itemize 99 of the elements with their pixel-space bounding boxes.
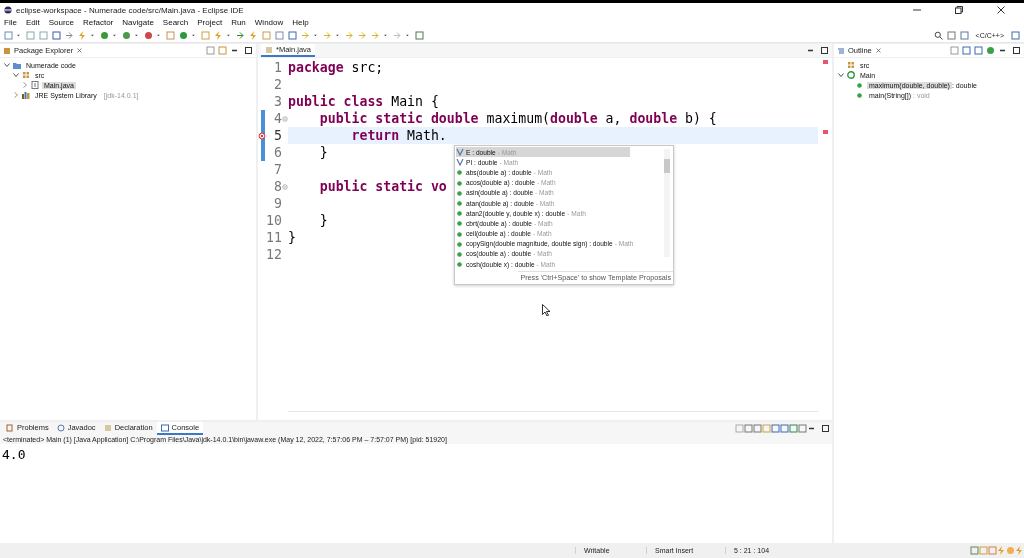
code-line: public class Main { <box>288 94 439 109</box>
square-icon[interactable] <box>415 30 424 40</box>
square-icon[interactable] <box>166 30 175 40</box>
eclipse-logo-icon <box>4 6 12 14</box>
window-title: eclipse-workspace - Numerade code/src/Main.java - Eclipse IDE <box>16 5 245 15</box>
fold-icon[interactable] <box>282 182 288 191</box>
line-number: 8 <box>274 179 282 194</box>
mouse-pointer-icon <box>542 304 550 316</box>
menu-item[interactable]: Edit <box>25 18 40 27</box>
line-number: 10 <box>266 213 282 228</box>
menu-item[interactable]: File <box>4 18 17 27</box>
line-number: 6 <box>274 145 282 160</box>
menu-item[interactable]: Run <box>231 18 246 27</box>
arrow-icon[interactable] <box>345 30 354 40</box>
square-icon[interactable] <box>4 30 13 40</box>
error-marker <box>823 60 828 64</box>
line-number: 12 <box>266 247 282 262</box>
arrow-icon[interactable] <box>358 30 367 40</box>
square-icon[interactable] <box>744 424 753 433</box>
code-line: package src; <box>288 60 384 75</box>
folder-icon <box>13 61 21 69</box>
arrow-icon[interactable] <box>301 30 310 40</box>
code-line: public static double maximum(double a, double b) { <box>318 111 717 126</box>
square-icon[interactable] <box>762 424 771 433</box>
console-output: 4.0 <box>1 446 27 464</box>
line-number: 5 <box>274 128 282 143</box>
square-icon[interactable] <box>275 30 284 40</box>
square-icon[interactable] <box>262 30 271 40</box>
line-number: 1 <box>274 60 282 75</box>
package-icon <box>22 71 30 79</box>
menu-item[interactable]: Source <box>48 18 75 27</box>
square-icon[interactable] <box>39 30 48 40</box>
bolt-icon[interactable] <box>78 30 87 40</box>
arrow-icon[interactable] <box>236 30 245 40</box>
expand-caret-icon[interactable] <box>13 72 19 78</box>
class-icon <box>847 71 855 79</box>
fold-icon[interactable] <box>282 114 288 123</box>
square-icon[interactable] <box>974 46 983 55</box>
circle-icon[interactable] <box>144 30 153 40</box>
java-file-icon <box>31 81 39 89</box>
menu-item[interactable]: Search <box>162 18 189 27</box>
arrow-icon[interactable] <box>393 30 402 40</box>
circle-icon[interactable] <box>986 46 995 55</box>
square-icon[interactable] <box>771 424 780 433</box>
menu-item[interactable]: Help <box>292 18 309 27</box>
menu-item[interactable]: Window <box>254 18 284 27</box>
books-icon <box>22 91 30 99</box>
collapse-caret-icon[interactable] <box>22 82 28 88</box>
code-line: } <box>288 230 296 245</box>
square-icon[interactable] <box>962 46 971 55</box>
expand-caret-icon[interactable] <box>4 62 10 68</box>
menu-item[interactable]: Navigate <box>122 18 154 27</box>
line-number: 9 <box>274 196 282 211</box>
line-number: 2 <box>274 77 282 92</box>
bolt-icon[interactable] <box>249 30 258 40</box>
error-marker <box>823 130 828 134</box>
arrow-icon[interactable] <box>323 30 332 40</box>
square-icon[interactable] <box>52 30 61 40</box>
circle-icon[interactable] <box>179 30 188 40</box>
menu-item[interactable]: Refactor <box>83 18 114 27</box>
arrow-icon[interactable] <box>371 30 380 40</box>
close-icon[interactable] <box>996 5 1006 15</box>
line-number: 7 <box>274 162 282 177</box>
square-icon[interactable] <box>26 30 35 40</box>
square-icon[interactable] <box>218 46 227 55</box>
menu-item[interactable]: Project <box>197 18 223 27</box>
square-icon[interactable] <box>1011 30 1020 40</box>
circle-icon[interactable] <box>100 30 109 40</box>
square-icon[interactable] <box>950 46 959 55</box>
square-icon[interactable] <box>970 546 979 555</box>
bolt-icon[interactable] <box>214 30 223 40</box>
maximize-icon[interactable] <box>820 46 829 55</box>
search-icon[interactable] <box>933 30 943 40</box>
square-icon[interactable] <box>789 424 798 433</box>
line-number: 4 <box>274 111 282 126</box>
maximize-icon[interactable] <box>1012 46 1021 55</box>
square-icon[interactable] <box>753 424 762 433</box>
code-line: return Math. <box>350 128 447 143</box>
square-icon[interactable] <box>780 424 789 433</box>
square-icon[interactable] <box>979 546 988 555</box>
code-line: } <box>318 213 328 228</box>
maximize-icon[interactable] <box>821 424 830 433</box>
restore-icon[interactable] <box>954 5 964 15</box>
circle-icon[interactable] <box>122 30 131 40</box>
square-icon[interactable] <box>735 424 744 433</box>
line-number: 3 <box>274 94 282 109</box>
maximize-icon[interactable] <box>244 46 253 55</box>
arrow-icon[interactable] <box>65 30 74 40</box>
expand-caret-icon[interactable] <box>838 72 844 78</box>
square-icon[interactable] <box>988 546 997 555</box>
package-icon <box>847 61 855 69</box>
square-icon[interactable] <box>201 30 210 40</box>
code-line: } <box>318 145 328 160</box>
code-line: public static vo <box>318 179 447 194</box>
collapse-caret-icon[interactable] <box>13 92 19 98</box>
line-number: 11 <box>266 230 282 245</box>
square-icon[interactable] <box>959 30 969 40</box>
square-icon[interactable] <box>206 46 215 55</box>
square-icon[interactable] <box>288 30 297 40</box>
